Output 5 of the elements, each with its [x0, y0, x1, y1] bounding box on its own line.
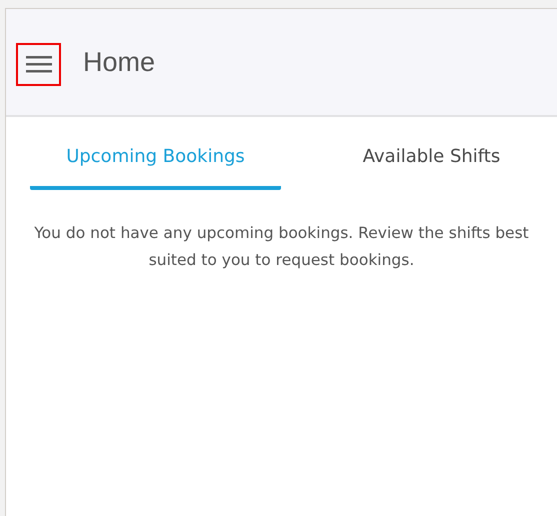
menu-icon [26, 55, 52, 73]
empty-message: You do not have any upcoming bookings. Review the shifts best suited to you to request bookings. [33, 223, 530, 271]
menu-button[interactable] [16, 42, 61, 86]
tab[interactable]: Available Shifts [306, 142, 557, 190]
page-title: Home [83, 46, 156, 78]
